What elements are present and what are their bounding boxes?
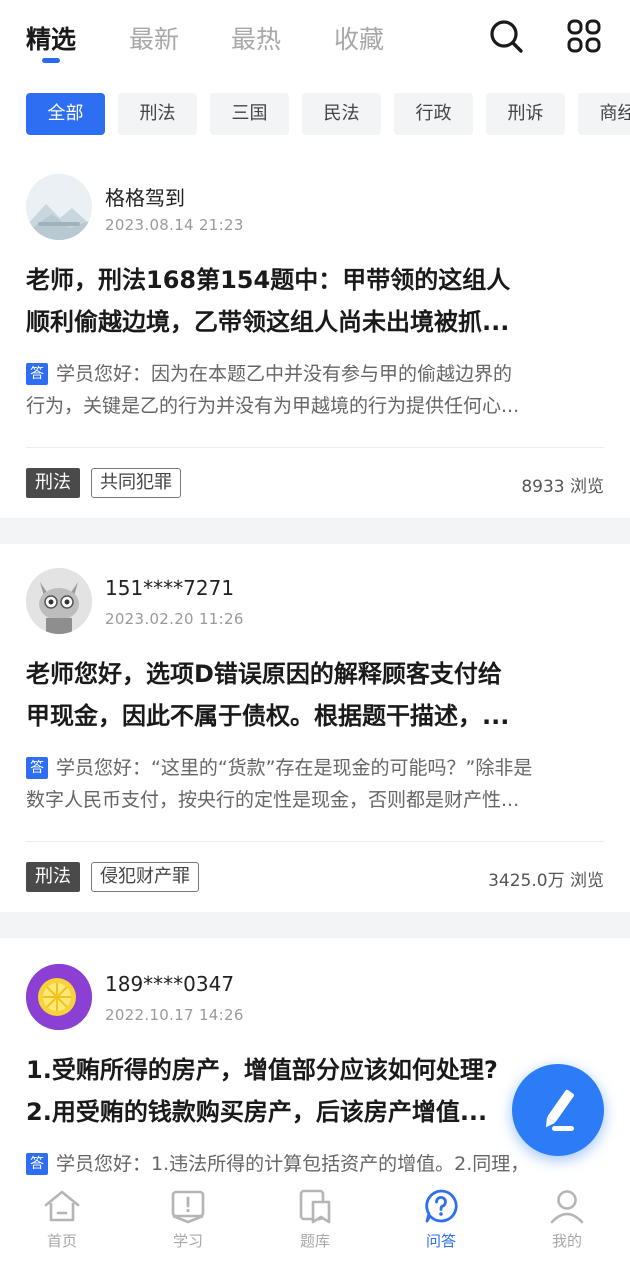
topic-tag[interactable]: 侵犯财产罪 — [91, 862, 199, 892]
book-icon — [171, 1190, 205, 1224]
nav-label: 学习 — [172, 1232, 203, 1250]
answer-preview[interactable]: 答学员您好：“这里的“货款”存在是现金的可能吗？”除非是 数字人民币支付，按央行… — [26, 752, 604, 816]
post-datetime: 2023.08.14 21:23 — [105, 216, 244, 234]
view-count: 8933 浏览 — [521, 477, 604, 497]
category-chip-criminal-law[interactable]: 刑法 — [118, 93, 197, 135]
nav-item-home[interactable]: 首页 — [22, 1188, 102, 1251]
post-card[interactable]: 151****7271 2023.02.20 11:26 老师您好，选项D错误原… — [0, 544, 630, 912]
answer-badge: 答 — [26, 1153, 48, 1175]
category-chip-all[interactable]: 全部 — [26, 93, 105, 135]
nav-item-study[interactable]: 学习 — [148, 1188, 228, 1251]
answer-badge: 答 — [26, 363, 48, 385]
top-bar: 精选 最新 最热 收藏 — [0, 0, 630, 80]
ask-question-button[interactable] — [512, 1064, 604, 1156]
username[interactable]: 151****7271 — [105, 576, 234, 600]
bottom-nav: 首页 学习 题库 问答 我的 — [0, 1180, 630, 1280]
topic-tag[interactable]: 共同犯罪 — [91, 468, 181, 498]
category-chips: 全部 刑法 三国 民法 行政 刑诉 商经 — [26, 93, 630, 135]
username[interactable]: 格格驾到 — [105, 182, 185, 211]
answer-text: 学员您好：“这里的“货款”存在是现金的可能吗？”除非是 — [56, 757, 533, 779]
question-title[interactable]: 老师您好，选项D错误原因的解释顾客支付给 甲现金，因此不属于债权。根据题干描述，… — [26, 653, 604, 737]
post-datetime: 2022.10.17 14:26 — [105, 1006, 244, 1024]
card-separator — [0, 518, 630, 544]
avatar[interactable] — [26, 964, 92, 1030]
question-title-line: 老师，刑法168第154题中：甲带领的这组人 — [26, 266, 511, 294]
profile-icon — [550, 1190, 584, 1224]
category-chip-criminal-procedure[interactable]: 刑诉 — [486, 93, 565, 135]
question-bank-icon — [299, 1189, 331, 1224]
tab-latest[interactable]: 最新 — [129, 20, 179, 56]
answer-text: 学员您好：因为在本题乙中并没有参与甲的偷越边界的 — [56, 363, 513, 385]
nav-label: 我的 — [551, 1232, 582, 1250]
post-card[interactable]: 格格驾到 2023.08.14 21:23 老师，刑法168第154题中：甲带领… — [0, 150, 630, 518]
avatar-landscape-image — [26, 174, 92, 240]
username[interactable]: 189****0347 — [105, 972, 234, 996]
answer-text: 行为，关键是乙的行为并没有为甲越境的行为提供任何心... — [26, 395, 520, 417]
question-title-line: 顺利偷越边境，乙带领这组人尚未出境被抓... — [26, 308, 510, 336]
grid-icon[interactable] — [566, 18, 602, 54]
nav-label: 问答 — [425, 1232, 456, 1250]
post-datetime: 2023.02.20 11:26 — [105, 610, 244, 628]
category-chip-three-countries[interactable]: 三国 — [210, 93, 289, 135]
category-chip-administrative[interactable]: 行政 — [394, 93, 473, 135]
question-title[interactable]: 老师，刑法168第154题中：甲带领的这组人 顺利偷越边境，乙带领这组人尚未出境… — [26, 259, 604, 343]
nav-label: 题库 — [299, 1232, 330, 1250]
nav-item-profile[interactable]: 我的 — [527, 1188, 607, 1251]
nav-item-question-bank[interactable]: 题库 — [275, 1188, 355, 1251]
view-count: 3425.0万 浏览 — [488, 871, 604, 891]
question-title-line: 甲现金，因此不属于债权。根据题干描述，... — [26, 702, 510, 730]
search-icon[interactable] — [488, 18, 524, 54]
tab-favorites[interactable]: 收藏 — [334, 20, 384, 56]
avatar[interactable] — [26, 174, 92, 240]
answer-text: 数字人民币支付，按央行的定性是现金，否则都是财产性... — [26, 789, 520, 811]
tab-hottest[interactable]: 最热 — [231, 20, 281, 56]
card-separator — [0, 912, 630, 938]
qa-icon — [425, 1189, 458, 1223]
question-title-line: 老师您好，选项D错误原因的解释顾客支付给 — [26, 660, 502, 688]
answer-badge: 答 — [26, 757, 48, 779]
card-divider — [26, 447, 604, 448]
subject-tag[interactable]: 刑法 — [26, 862, 80, 892]
active-tab-indicator — [42, 58, 60, 63]
avatar[interactable] — [26, 568, 92, 634]
home-icon — [44, 1190, 80, 1222]
category-chip-commercial-economic[interactable]: 商经 — [578, 93, 630, 135]
pen-icon — [545, 1089, 574, 1131]
subject-tag[interactable]: 刑法 — [26, 468, 80, 498]
nav-label: 首页 — [46, 1232, 77, 1250]
card-divider — [26, 841, 604, 842]
avatar-lemon-image — [26, 964, 92, 1030]
nav-item-qa[interactable]: 问答 — [401, 1188, 481, 1251]
answer-preview[interactable]: 答学员您好：因为在本题乙中并没有参与甲的偷越边界的 行为，关键是乙的行为并没有为… — [26, 358, 604, 422]
tab-featured[interactable]: 精选 — [26, 20, 76, 56]
category-chip-civil-law[interactable]: 民法 — [302, 93, 381, 135]
avatar-cartoon-image — [26, 568, 92, 634]
answer-text: 学员您好：1.违法所得的计算包括资产的增值。2.同理， — [56, 1153, 530, 1175]
